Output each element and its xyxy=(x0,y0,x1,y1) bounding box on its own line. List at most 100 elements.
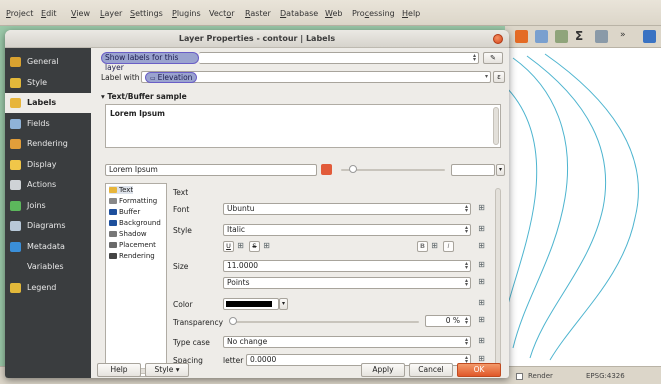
size-spinbox[interactable]: 11.0000 ▴ ▾ xyxy=(223,260,471,272)
help-icon[interactable] xyxy=(643,30,656,43)
color-button[interactable] xyxy=(223,298,279,310)
typecase-select[interactable]: No change ▴ ▾ xyxy=(223,336,471,348)
menu-item[interactable]: Settings xyxy=(130,9,163,18)
cancel-button[interactable]: Cancel xyxy=(409,363,453,377)
menu-item[interactable]: Help xyxy=(402,9,420,18)
data-defined-icon[interactable]: ⊞ xyxy=(477,298,486,308)
sidebar-item-style[interactable]: Style xyxy=(5,73,91,93)
combo-arrows-icon: ▴ ▾ xyxy=(464,224,468,235)
expression-button[interactable]: ε xyxy=(493,71,505,83)
menu-item[interactable]: Layer xyxy=(100,9,122,18)
sidebar-item-actions[interactable]: Actions xyxy=(5,175,91,195)
strikeout-button[interactable]: S xyxy=(249,241,260,252)
underline-button[interactable]: U xyxy=(223,241,234,252)
data-defined-icon[interactable]: ⊞ xyxy=(477,224,486,234)
join-icon xyxy=(10,200,21,211)
sidebar-item-label: Diagrams xyxy=(27,221,66,230)
menu-item[interactable]: Processing xyxy=(352,9,395,18)
data-defined-icon[interactable]: ⊞ xyxy=(477,241,486,251)
data-defined-icon[interactable]: ⊞ xyxy=(262,241,271,251)
data-defined-icon[interactable]: ⊞ xyxy=(236,241,245,251)
table-icon[interactable] xyxy=(535,30,548,43)
tree-item-background[interactable]: Background xyxy=(109,219,161,227)
render-checkbox[interactable] xyxy=(516,372,523,380)
statistics-icon[interactable] xyxy=(555,30,568,43)
tree-item-text[interactable]: Text xyxy=(109,186,134,194)
close-button[interactable] xyxy=(493,34,503,44)
crs-label[interactable]: EPSG:4326 xyxy=(586,372,625,380)
sidebar-item-rendering[interactable]: Rendering xyxy=(5,134,91,154)
preview-scale-handle[interactable] xyxy=(349,165,357,173)
menu-item[interactable]: Plugins xyxy=(172,9,201,18)
font-style-select[interactable]: Italic ▴ ▾ xyxy=(223,224,471,236)
sidebar-item-label: Variables xyxy=(27,262,64,271)
sidebar-item-variables[interactable]: Variables xyxy=(5,257,91,277)
data-defined-icon[interactable]: ⊞ xyxy=(477,203,486,213)
sidebar-item-joins[interactable]: Joins xyxy=(5,196,91,216)
italic-button[interactable]: I xyxy=(443,241,454,252)
transparency-spinbox[interactable]: 0 % ▴ ▾ xyxy=(425,315,471,327)
sum-icon[interactable]: Σ xyxy=(575,30,588,43)
menu-item[interactable]: Edit xyxy=(41,9,57,18)
sidebar: General Style Labels Fields Rendering Display… xyxy=(5,48,91,378)
font-select[interactable]: Ubuntu ▴ ▾ xyxy=(223,203,471,215)
brush-icon xyxy=(10,139,21,149)
data-defined-icon[interactable]: ⊞ xyxy=(477,315,486,325)
menu-item[interactable]: Raster xyxy=(245,9,271,18)
data-defined-icon[interactable]: ⊞ xyxy=(477,336,486,346)
format-buttons-row: U ⊞ S ⊞ B ⊞ I ⊞ xyxy=(223,241,493,253)
reset-sample-icon[interactable] xyxy=(321,164,332,175)
paint-icon: ✎ xyxy=(490,54,496,62)
sidebar-item-labels[interactable]: Labels xyxy=(5,93,91,113)
tree-item-rendering[interactable]: Rendering xyxy=(109,252,155,260)
tree-item-shadow[interactable]: Shadow xyxy=(109,230,147,238)
apply-button[interactable]: Apply xyxy=(361,363,405,377)
help-button[interactable]: Help xyxy=(97,363,141,377)
layer-style-button[interactable]: ✎ xyxy=(483,52,503,64)
ok-button[interactable]: OK xyxy=(457,363,501,377)
tree-item-placement[interactable]: Placement xyxy=(109,241,156,249)
combo-arrows-icon: ▴ ▾ xyxy=(464,277,468,288)
add-layer-icon[interactable] xyxy=(515,30,528,43)
settings-scrollbar[interactable] xyxy=(495,188,501,373)
sidebar-item-metadata[interactable]: Metadata xyxy=(5,237,91,257)
tree-item-buffer[interactable]: Buffer xyxy=(109,208,140,216)
menu-item[interactable]: Vector xyxy=(209,9,235,18)
transparency-handle[interactable] xyxy=(229,317,237,325)
combo-arrows-icon: ▴ ▾ xyxy=(464,203,468,214)
background-color-dropdown[interactable]: ▾ xyxy=(496,164,505,176)
menu-item[interactable]: View xyxy=(71,9,90,18)
measure-icon[interactable] xyxy=(595,30,608,43)
label-mode-select[interactable]: Show labels for this layer xyxy=(101,52,199,72)
label-mode-combo-ext[interactable]: ▴ ▾ xyxy=(199,52,479,64)
background-color-button[interactable] xyxy=(451,164,495,176)
data-defined-icon[interactable]: ⊞ xyxy=(477,277,486,287)
sidebar-item-display[interactable]: Display xyxy=(5,155,91,175)
color-dropdown[interactable]: ▾ xyxy=(279,298,288,310)
sidebar-item-general[interactable]: General xyxy=(5,52,91,72)
style-button[interactable]: Style ▾ xyxy=(145,363,189,377)
menu-item[interactable]: Database xyxy=(280,9,318,18)
map-canvas[interactable] xyxy=(505,48,661,366)
data-defined-icon[interactable]: ⊞ xyxy=(477,260,486,270)
data-defined-icon[interactable]: ⊞ xyxy=(430,241,439,251)
menu-item[interactable]: Project xyxy=(6,9,33,18)
sample-text-input[interactable]: Lorem Ipsum xyxy=(105,164,317,176)
legend-icon xyxy=(10,282,21,293)
size-units-select[interactable]: Points ▴ ▾ xyxy=(223,277,471,289)
tree-item-formatting[interactable]: Formatting xyxy=(109,197,157,205)
color-label: Color xyxy=(173,300,193,309)
label-field-select[interactable]: ▭ Elevation ▾ xyxy=(141,71,491,83)
sidebar-item-label: General xyxy=(27,57,59,66)
label-settings-tree[interactable]: Text Formatting Buffer Background Shadow Plac… xyxy=(105,183,167,377)
preview-scrollbar[interactable] xyxy=(493,107,499,145)
sample-section-header: ▾ Text/Buffer sample xyxy=(101,92,187,101)
menu-item[interactable]: Web xyxy=(325,9,342,18)
sidebar-item-diagrams[interactable]: Diagrams xyxy=(5,216,91,236)
contour-lines xyxy=(506,53,639,361)
bold-button[interactable]: B xyxy=(417,241,428,252)
sidebar-item-legend[interactable]: Legend xyxy=(5,278,91,298)
overflow-chevron-icon[interactable]: » xyxy=(620,30,633,43)
sidebar-item-fields[interactable]: Fields xyxy=(5,114,91,134)
transparency-slider[interactable] xyxy=(233,321,419,323)
